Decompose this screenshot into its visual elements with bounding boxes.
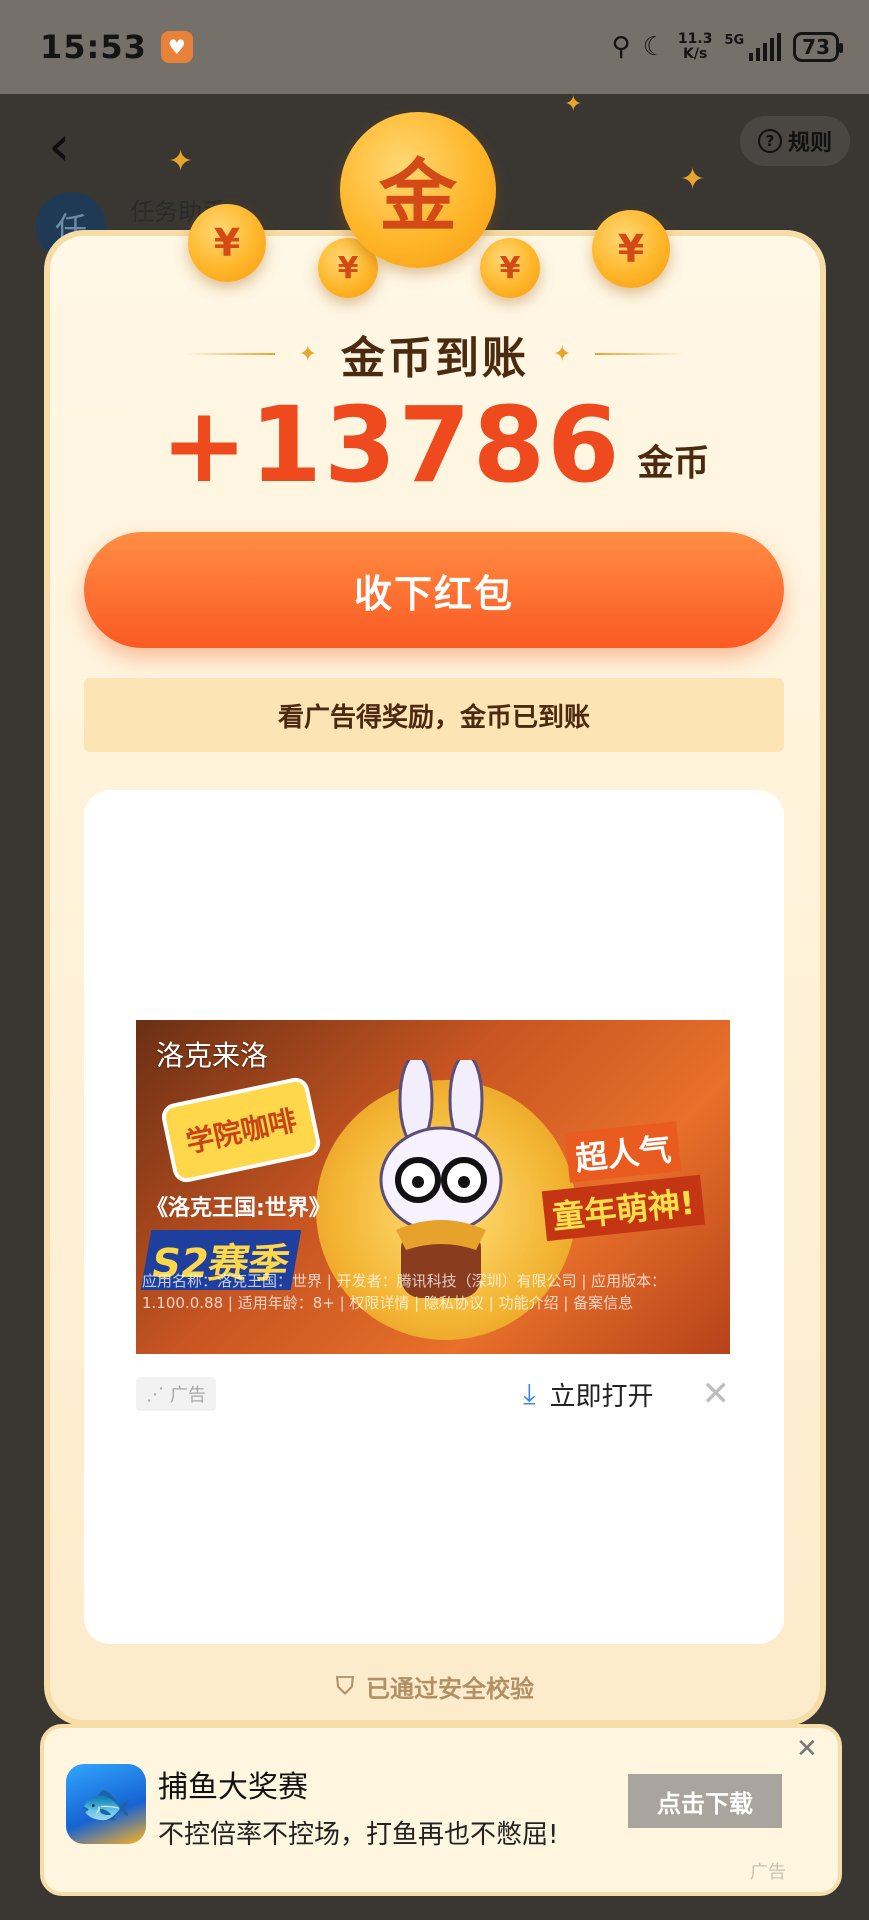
security-check: ⛉ 已通过安全校验: [44, 1666, 826, 1706]
ad-logo-icon: ⋰: [146, 1383, 164, 1405]
ad-banner-title: 洛克来洛: [156, 1039, 269, 1072]
ad-footer: ⋰ 广告 ⤓ 立即打开 ✕: [136, 1374, 730, 1414]
battery-icon: 73: [793, 32, 843, 62]
rules-button[interactable]: ? 规则: [740, 116, 850, 166]
coin-icon: ¥: [188, 204, 266, 282]
ad-slogan-line-2: 童年萌神!: [541, 1174, 705, 1242]
game-title: 捕鱼大奖赛: [158, 1770, 308, 1805]
ad-tag: ⋰ 广告: [136, 1377, 216, 1411]
sparkle-icon: ✦: [298, 341, 317, 367]
status-bar: 15:53 ♥ ⚲ ☾ 11.3 K/s 5G 73: [0, 0, 869, 94]
collect-red-packet-button[interactable]: 收下红包: [84, 532, 784, 648]
ad-badge: 学院咖啡: [159, 1075, 323, 1185]
ad-season-title: 《洛克王国:世界》: [146, 1196, 331, 1221]
ad-tag: 广告: [750, 1862, 786, 1883]
net-speed: 11.3 K/s: [678, 32, 713, 62]
divider: [184, 353, 275, 355]
divider: [595, 353, 686, 355]
ad-slogan: 超人气 童年萌神!: [528, 1110, 718, 1250]
coin-unit: 金币: [637, 443, 710, 484]
ad-tag-label: 广告: [170, 1385, 206, 1406]
network-type: 5G: [724, 33, 745, 48]
net-speed-value: 11.3: [677, 31, 713, 47]
download-button[interactable]: 点击下载: [628, 1774, 782, 1828]
ad-card: 洛克来洛 学院咖啡 《洛克王国:世界》 S2赛季 超人气 童年萌神! 应用名称：…: [84, 790, 784, 1644]
close-ad-icon[interactable]: ✕: [702, 1374, 731, 1414]
ad-image[interactable]: 洛克来洛 学院咖啡 《洛克王国:世界》 S2赛季 超人气 童年萌神! 应用名称：…: [136, 1020, 730, 1354]
rules-label: 规则: [787, 131, 832, 156]
close-icon[interactable]: ✕: [796, 1734, 818, 1764]
sparkle-icon: ✦: [680, 162, 706, 197]
coin-icon: ¥: [480, 238, 540, 298]
signal-icon: 5G: [724, 33, 782, 61]
title-row: ✦ 金币到账 ✦: [44, 326, 826, 384]
open-now-button[interactable]: ⤓ 立即打开: [523, 1376, 653, 1413]
status-time: 15:53: [40, 28, 147, 66]
app-notification-icon: ♥: [160, 31, 193, 63]
question-icon: ?: [757, 129, 782, 153]
gold-coin-icon: 金: [340, 112, 496, 268]
ad-slogan-line-1: 超人气: [564, 1121, 682, 1183]
open-now-label: 立即打开: [549, 1381, 654, 1412]
ad-fineprint[interactable]: 应用名称：洛克王国：世界 | 开发者：腾讯科技（深圳）有限公司 | 应用版本：1…: [142, 1270, 726, 1314]
game-description: 不控倍率不控场，打鱼再也不憋屈!: [158, 1820, 559, 1850]
sparkle-icon: ✦: [553, 341, 572, 367]
bottom-ad-banner[interactable]: 🐟 捕鱼大奖赛 不控倍率不控场，打鱼再也不憋屈! 点击下载 ✕ 广告: [40, 1724, 842, 1896]
security-text: 已通过安全校验: [366, 1674, 534, 1703]
back-icon[interactable]: ‹: [48, 119, 88, 175]
sparkle-icon: ✦: [168, 144, 194, 179]
battery-level: 73: [802, 35, 830, 59]
shield-check-icon: ⛉: [336, 1672, 354, 1700]
coin-amount: +13786: [160, 384, 622, 506]
download-icon: ⤓: [523, 1377, 536, 1410]
sparkle-icon: ✦: [564, 92, 583, 117]
fish-game-icon: 🐟: [66, 1764, 146, 1844]
coin-icon: ¥: [592, 210, 670, 288]
moon-icon: ☾: [642, 32, 666, 62]
amount-row: +13786 金币: [44, 390, 826, 500]
net-speed-unit: K/s: [683, 46, 708, 62]
modal-title: 金币到账: [341, 333, 529, 384]
ad-reward-tip: 看广告得奖励，金币已到账: [84, 678, 784, 752]
location-icon: ⚲: [611, 32, 631, 62]
